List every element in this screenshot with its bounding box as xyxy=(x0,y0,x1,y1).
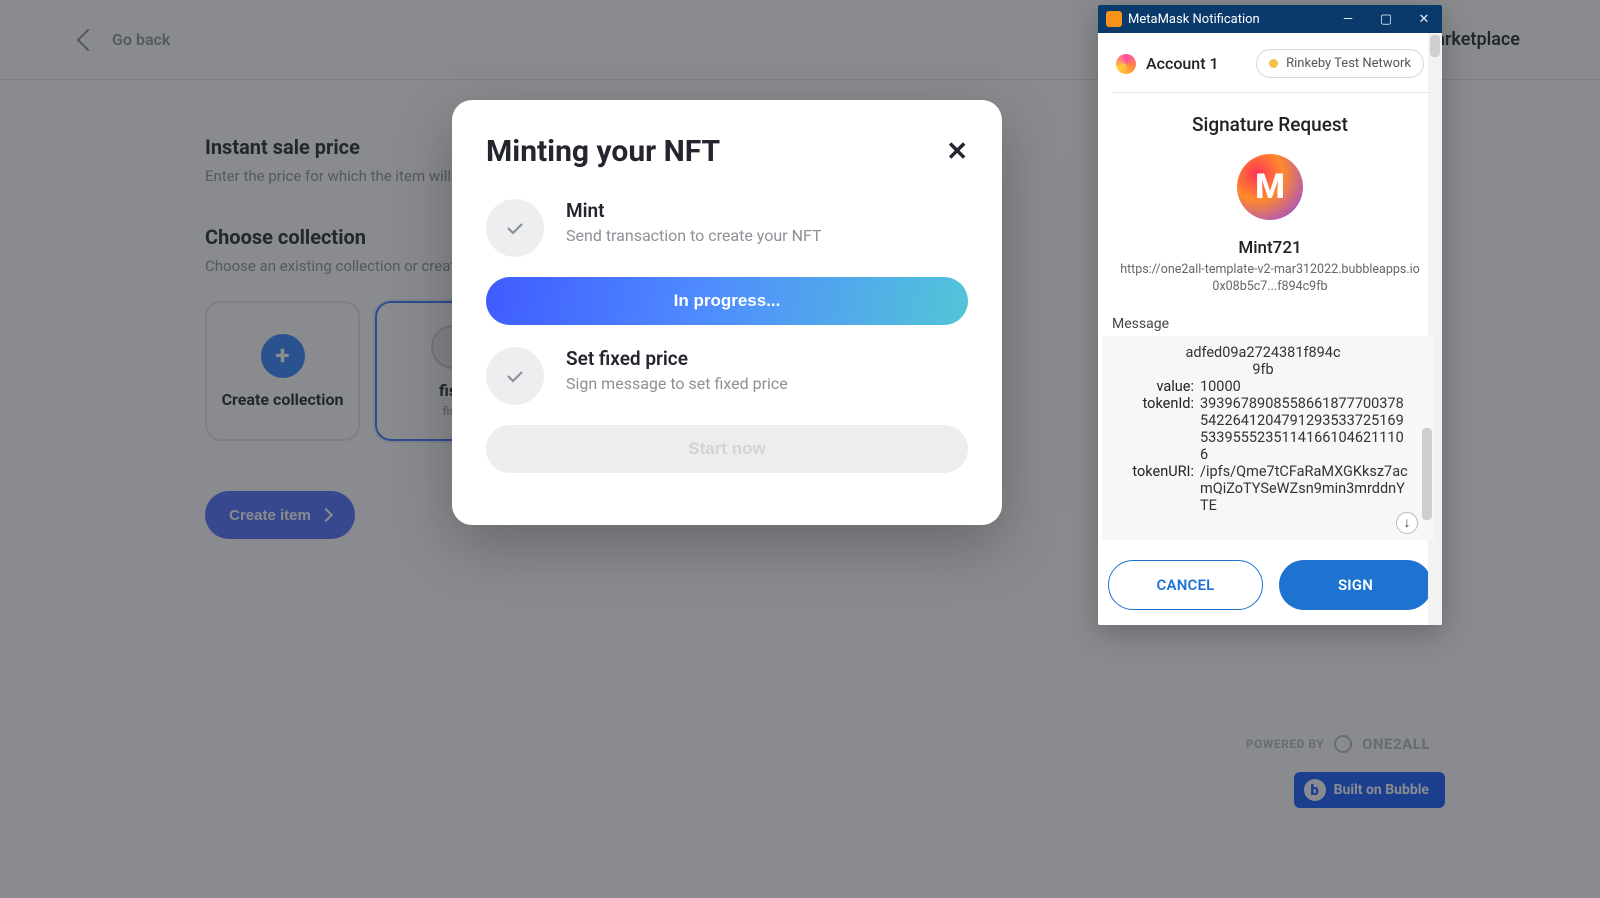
metamask-actions: Cancel Sign xyxy=(1098,544,1442,624)
cancel-button[interactable]: Cancel xyxy=(1108,560,1263,610)
minting-modal: Minting your NFT ✕ Mint Send transaction… xyxy=(452,100,1002,525)
step-mint: Mint Send transaction to create your NFT xyxy=(486,199,968,257)
message-scrollbar[interactable] xyxy=(1422,428,1432,520)
metamask-titlebar: MetaMask Notification — ▢ ✕ xyxy=(1098,5,1442,33)
step-set-price: Set fixed price Sign message to set fixe… xyxy=(486,347,968,405)
message-tokenid-row: tokenId: 3939678908558661877700378542264… xyxy=(1116,395,1410,463)
tokenid-key: tokenId: xyxy=(1116,395,1194,463)
network-status-icon xyxy=(1269,59,1278,68)
network-selector[interactable]: Rinkeby Test Network xyxy=(1256,49,1424,78)
message-box: adfed09a2724381f894c 9fb value: 10000 to… xyxy=(1102,336,1434,540)
step-mint-title: Mint xyxy=(566,199,822,222)
sign-button[interactable]: Sign xyxy=(1279,560,1432,610)
tokenuri-key: tokenURI: xyxy=(1116,463,1194,514)
modal-title: Minting your NFT xyxy=(486,134,720,169)
step-mint-text: Mint Send transaction to create your NFT xyxy=(566,199,822,245)
start-now-button: Start now xyxy=(486,425,968,473)
account-selector[interactable]: Account 1 xyxy=(1116,54,1219,74)
minimize-icon[interactable]: — xyxy=(1338,12,1358,26)
value-key: value: xyxy=(1116,378,1194,395)
check-icon xyxy=(486,199,544,257)
value-value: 10000 xyxy=(1200,378,1410,395)
account-name: Account 1 xyxy=(1146,54,1219,73)
metamask-account-row: Account 1 Rinkeby Test Network xyxy=(1098,33,1442,92)
close-icon[interactable]: ✕ xyxy=(946,137,968,167)
contract-avatar-icon: M xyxy=(1237,154,1303,220)
maximize-icon[interactable]: ▢ xyxy=(1376,12,1396,26)
tokenid-value: 3939678908558661877700378542264120479129… xyxy=(1200,395,1410,463)
origin-url-line1: https://one2all-template-v2-mar312022.bu… xyxy=(1118,262,1422,279)
signature-request-title: Signature Request xyxy=(1112,113,1428,136)
scroll-down-button[interactable]: ↓ xyxy=(1396,512,1418,534)
scrollbar-thumb[interactable] xyxy=(1430,35,1440,57)
message-hash: adfed09a2724381f894c 9fb xyxy=(1116,344,1410,378)
tokenuri-value: /ipfs/Qme7tCFaRaMXGKksz7acmQiZoTYSeWZsn9… xyxy=(1200,463,1410,514)
origin-url: https://one2all-template-v2-mar312022.bu… xyxy=(1112,262,1428,296)
message-tokenuri-row: tokenURI: /ipfs/Qme7tCFaRaMXGKksz7acmQiZ… xyxy=(1116,463,1410,514)
network-name: Rinkeby Test Network xyxy=(1286,56,1411,71)
signature-header: Signature Request M Mint721 https://one2… xyxy=(1098,93,1442,304)
metamask-body: Account 1 Rinkeby Test Network Signature… xyxy=(1098,33,1442,625)
origin-url-line2: 0x08b5c7...f894c9fb xyxy=(1118,279,1422,296)
in-progress-button[interactable]: In progress... xyxy=(486,277,968,325)
contract-name: Mint721 xyxy=(1112,238,1428,258)
window-controls: — ▢ ✕ xyxy=(1338,12,1434,26)
check-icon xyxy=(486,347,544,405)
close-window-icon[interactable]: ✕ xyxy=(1414,12,1434,26)
step-set-price-text: Set fixed price Sign message to set fixe… xyxy=(566,347,788,393)
step-set-price-subtitle: Sign message to set fixed price xyxy=(566,374,788,393)
step-mint-subtitle: Send transaction to create your NFT xyxy=(566,226,822,245)
metamask-window-title: MetaMask Notification xyxy=(1128,12,1260,27)
message-label: Message xyxy=(1098,304,1442,336)
step-set-price-title: Set fixed price xyxy=(566,347,788,370)
contract-avatar-initial: M xyxy=(1255,167,1285,207)
modal-header: Minting your NFT ✕ xyxy=(486,134,968,169)
metamask-popup: MetaMask Notification — ▢ ✕ Account 1 Ri… xyxy=(1098,5,1442,625)
message-value-row: value: 10000 xyxy=(1116,378,1410,395)
account-avatar-icon xyxy=(1116,54,1136,74)
metamask-fox-icon xyxy=(1106,11,1122,27)
